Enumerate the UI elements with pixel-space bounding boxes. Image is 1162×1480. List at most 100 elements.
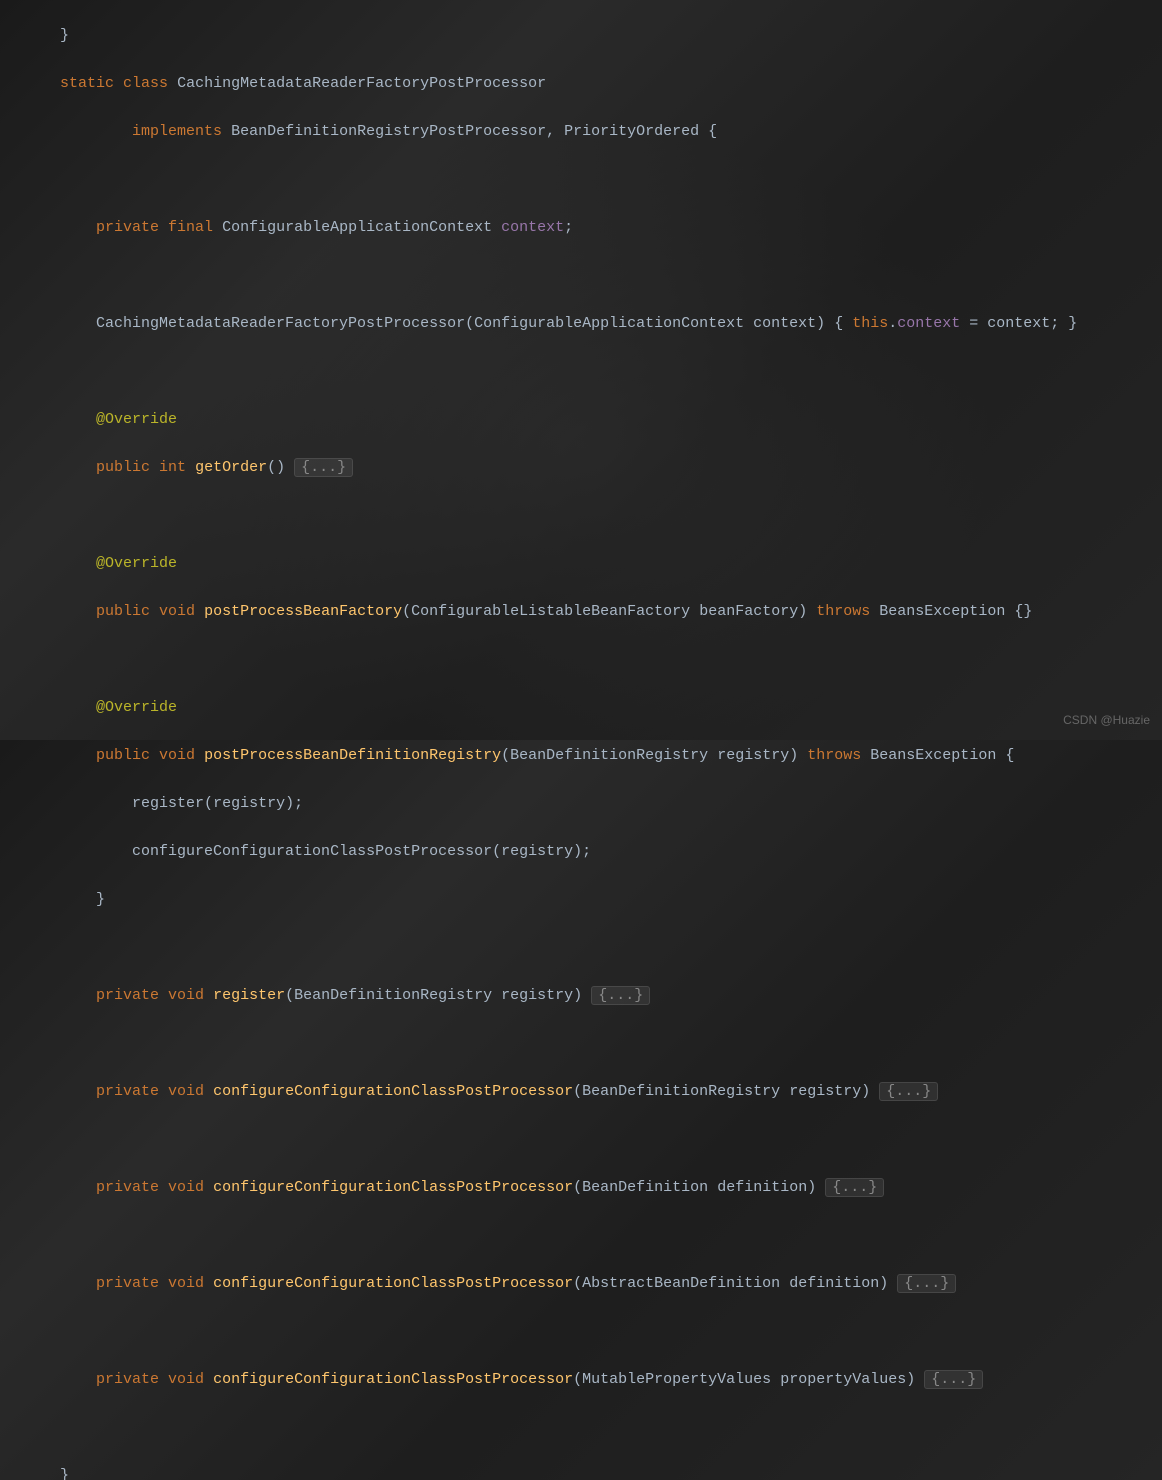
open-paren: (	[492, 843, 501, 860]
method-call: register	[132, 795, 204, 812]
method-name: configureConfigurationClassPostProcessor	[213, 1083, 573, 1100]
keyword-private: private	[96, 1371, 159, 1388]
code-line-empty	[24, 1128, 1138, 1152]
fold-marker[interactable]: {...}	[924, 1370, 983, 1389]
annotation-override: @Override	[96, 411, 177, 428]
code-line: @Override	[24, 408, 1138, 432]
field-ref: context	[897, 315, 960, 332]
param-type: AbstractBeanDefinition	[582, 1275, 780, 1292]
param-type: BeanDefinition	[582, 1179, 708, 1196]
keyword-private: private	[96, 1179, 159, 1196]
code-line-empty	[24, 1224, 1138, 1248]
open-paren: (	[501, 747, 510, 764]
fold-marker[interactable]: {...}	[879, 1082, 938, 1101]
fold-marker[interactable]: {...}	[897, 1274, 956, 1293]
method-name: getOrder	[195, 459, 267, 476]
param-name: registry	[501, 987, 573, 1004]
argument: registry	[501, 843, 573, 860]
interface-name: PriorityOrdered	[564, 123, 699, 140]
keyword-class: class	[123, 75, 168, 92]
param-name: registry	[717, 747, 789, 764]
code-editor[interactable]: } static class CachingMetadataReaderFact…	[0, 0, 1162, 1480]
param-name: propertyValues	[780, 1371, 906, 1388]
method-name: postProcessBeanFactory	[204, 603, 402, 620]
close-paren: )	[879, 1275, 888, 1292]
keyword-public: public	[96, 603, 150, 620]
argument: registry	[213, 795, 285, 812]
param-type: MutablePropertyValues	[582, 1371, 771, 1388]
keyword-void: void	[168, 987, 204, 1004]
open-paren: (	[573, 1083, 582, 1100]
method-name: configureConfigurationClassPostProcessor	[213, 1179, 573, 1196]
equals: =	[960, 315, 987, 332]
exception-type: BeansException	[870, 747, 996, 764]
open-paren: (	[285, 987, 294, 1004]
code-line: @Override	[24, 552, 1138, 576]
open-paren: (	[465, 315, 474, 332]
code-line: register(registry);	[24, 792, 1138, 816]
exception-type: BeansException	[879, 603, 1005, 620]
fold-marker[interactable]: {...}	[591, 986, 650, 1005]
code-line: static class CachingMetadataReaderFactor…	[24, 72, 1138, 96]
code-line: public void postProcessBeanDefinitionReg…	[24, 744, 1138, 768]
code-line: public void postProcessBeanFactory(Confi…	[24, 600, 1138, 624]
param-name: beanFactory	[699, 603, 798, 620]
code-line: private void configureConfigurationClass…	[24, 1080, 1138, 1104]
param-type: ConfigurableApplicationContext	[474, 315, 744, 332]
close-paren-semi: );	[573, 843, 591, 860]
open-paren: (	[573, 1371, 582, 1388]
field-name: context	[501, 219, 564, 236]
keyword-void: void	[168, 1371, 204, 1388]
param-name: context	[753, 315, 816, 332]
keyword-void: void	[159, 603, 195, 620]
keyword-private: private	[96, 219, 159, 236]
param-type: BeanDefinitionRegistry	[582, 1083, 780, 1100]
close-paren: )	[573, 987, 582, 1004]
open-paren: (	[573, 1275, 582, 1292]
close-paren: )	[798, 603, 807, 620]
code-line-empty	[24, 936, 1138, 960]
method-call: configureConfigurationClassPostProcessor	[132, 843, 492, 860]
code-line-empty	[24, 264, 1138, 288]
code-line: public int getOrder() {...}	[24, 456, 1138, 480]
param-name: definition	[717, 1179, 807, 1196]
method-name: configureConfigurationClassPostProcessor	[213, 1275, 573, 1292]
code-line: }	[24, 1464, 1138, 1480]
close-paren: )	[906, 1371, 915, 1388]
keyword-private: private	[96, 1083, 159, 1100]
fold-marker[interactable]: {...}	[825, 1178, 884, 1197]
param-name: definition	[789, 1275, 879, 1292]
code-line-empty	[24, 1320, 1138, 1344]
param-type: BeanDefinitionRegistry	[510, 747, 708, 764]
open-paren: (	[204, 795, 213, 812]
open-brace: {	[699, 123, 717, 140]
code-line-empty	[24, 648, 1138, 672]
close-paren-semi: );	[285, 795, 303, 812]
open-paren: (	[402, 603, 411, 620]
code-line: private final ConfigurableApplicationCon…	[24, 216, 1138, 240]
keyword-implements: implements	[132, 123, 222, 140]
close-brace: }	[60, 27, 69, 44]
keyword-throws: throws	[807, 747, 861, 764]
code-line: private void configureConfigurationClass…	[24, 1176, 1138, 1200]
fold-marker[interactable]: {...}	[294, 458, 353, 477]
param-name: registry	[789, 1083, 861, 1100]
method-name: configureConfigurationClassPostProcessor	[213, 1371, 573, 1388]
close-brace: }	[60, 1467, 69, 1480]
close-paren: )	[861, 1083, 870, 1100]
keyword-public: public	[96, 747, 150, 764]
keyword-final: final	[168, 219, 213, 236]
keyword-public: public	[96, 459, 150, 476]
code-line: implements BeanDefinitionRegistryPostPro…	[24, 120, 1138, 144]
annotation-override: @Override	[96, 555, 177, 572]
method-name: postProcessBeanDefinitionRegistry	[204, 747, 501, 764]
parens: ()	[267, 459, 285, 476]
keyword-private: private	[96, 1275, 159, 1292]
keyword-void: void	[168, 1083, 204, 1100]
annotation-override: @Override	[96, 699, 177, 716]
param-type: ConfigurableListableBeanFactory	[411, 603, 690, 620]
open-paren: (	[573, 1179, 582, 1196]
open-brace: {	[996, 747, 1014, 764]
close-paren: )	[816, 315, 825, 332]
keyword-static: static	[60, 75, 114, 92]
